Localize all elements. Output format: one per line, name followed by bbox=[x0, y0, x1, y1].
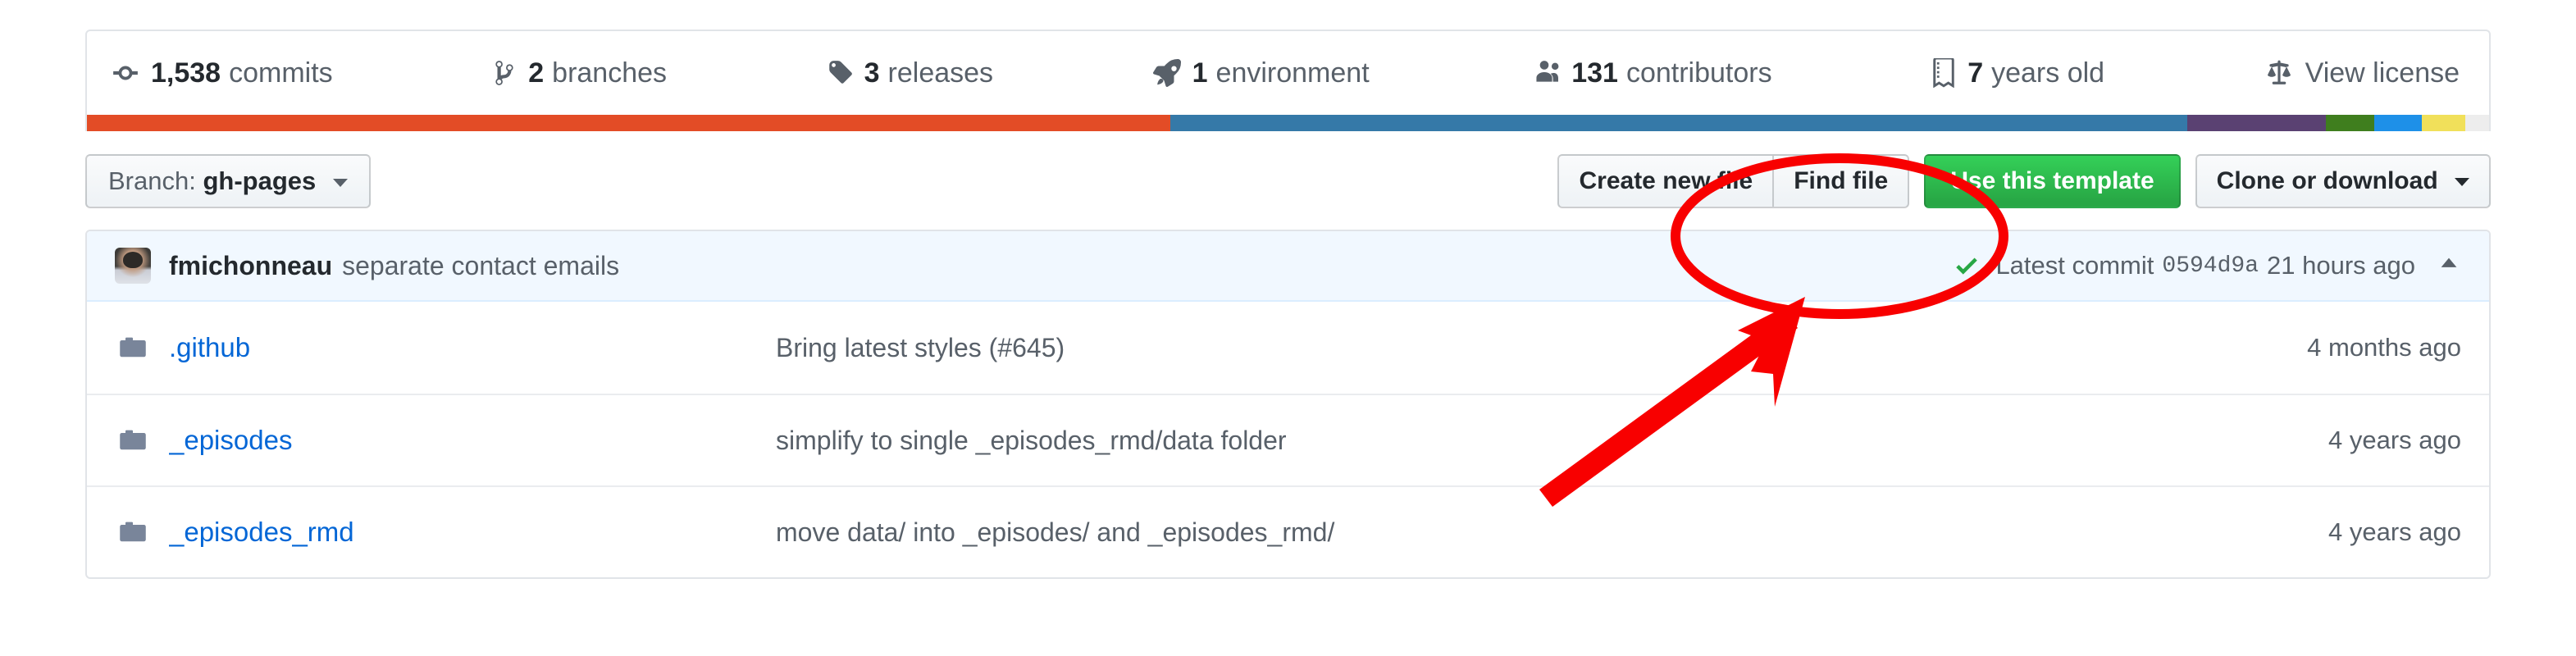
language-segment-makefile bbox=[2422, 115, 2465, 131]
language-segment-python bbox=[2186, 115, 2327, 131]
file-commit-message-link[interactable]: move data/ into _episodes/ and _episodes… bbox=[776, 517, 2328, 548]
file-navigation-row: Branch: gh-pages Create new file Find fi… bbox=[85, 131, 2491, 230]
table-row: _episodes_rmd move data/ into _episodes/ … bbox=[87, 485, 2489, 577]
stat-branches[interactable]: 2 branches bbox=[492, 59, 667, 87]
stat-age-value: 7 bbox=[1967, 57, 1984, 89]
people-icon bbox=[1529, 59, 1560, 87]
stat-environment-label: environment bbox=[1215, 57, 1370, 89]
language-color-bar bbox=[85, 115, 2491, 131]
file-name-link[interactable]: _episodes bbox=[169, 425, 776, 456]
file-commit-age: 4 years ago bbox=[2328, 426, 2461, 454]
stat-branches-label: branches bbox=[552, 57, 668, 89]
commit-icon bbox=[112, 59, 139, 87]
repository-page: 1,538 commits 2 branches 3 releases 1 en… bbox=[0, 0, 2576, 656]
find-file-button[interactable]: Find file bbox=[1774, 154, 1910, 208]
language-segment-r bbox=[2326, 115, 2374, 131]
stat-license[interactable]: View license bbox=[2264, 59, 2460, 87]
stat-releases[interactable]: 3 releases bbox=[827, 59, 993, 87]
repo-actions-group: Create new file Find file Use this templ… bbox=[1557, 154, 2491, 208]
stat-commits[interactable]: 1,538 commits bbox=[112, 59, 333, 87]
file-commit-age: 4 years ago bbox=[2328, 517, 2461, 546]
stat-environment-value: 1 bbox=[1192, 57, 1208, 89]
folder-icon bbox=[115, 426, 151, 455]
language-segment-ruby bbox=[1170, 115, 2187, 131]
commit-sha[interactable]: 0594d9a bbox=[2162, 253, 2259, 279]
clone-or-download-button[interactable]: Clone or download bbox=[2195, 154, 2491, 208]
chevron-down-icon bbox=[332, 178, 348, 187]
folder-icon bbox=[115, 333, 151, 362]
language-segment-javascript bbox=[2373, 115, 2423, 131]
law-icon bbox=[2264, 59, 2294, 87]
language-segment-other bbox=[2464, 115, 2489, 131]
stat-contributors-value: 131 bbox=[1571, 57, 1618, 89]
file-name-link[interactable]: _episodes_rmd bbox=[169, 517, 776, 548]
stat-contributors-label: contributors bbox=[1625, 57, 1772, 89]
latest-commit-bar: fmichonneau separate contact emails Late… bbox=[87, 231, 2489, 302]
latest-commit-label: Latest commit bbox=[1995, 251, 2154, 280]
chevron-up-icon[interactable] bbox=[2437, 253, 2461, 278]
latest-commit-meta: Latest commit 0594d9a 21 hours ago bbox=[1953, 251, 2461, 280]
stat-environment[interactable]: 1 environment bbox=[1152, 57, 1370, 89]
tag-icon bbox=[827, 59, 853, 87]
stat-branches-value: 2 bbox=[528, 57, 545, 89]
use-this-template-button[interactable]: Use this template bbox=[1924, 154, 2181, 208]
branch-prefix-label: Branch: bbox=[108, 166, 196, 195]
file-name-link[interactable]: .github bbox=[169, 332, 776, 363]
language-segment-html bbox=[87, 115, 1171, 131]
stat-releases-value: 3 bbox=[864, 57, 880, 89]
chevron-down-icon bbox=[2455, 178, 2469, 187]
table-row: .github Bring latest styles (#645) 4 month… bbox=[87, 302, 2489, 394]
stat-releases-label: releases bbox=[887, 57, 994, 89]
book-icon bbox=[1931, 58, 1956, 88]
file-list-panel: fmichonneau separate contact emails Late… bbox=[85, 230, 2491, 579]
commit-author-link[interactable]: fmichonneau bbox=[169, 251, 332, 281]
repository-stats-bar: 1,538 commits 2 branches 3 releases 1 en… bbox=[85, 30, 2491, 115]
avatar bbox=[115, 248, 151, 284]
stat-commits-label: commits bbox=[229, 57, 333, 89]
table-row: _episodes simplify to single _episodes_rm… bbox=[87, 394, 2489, 485]
stat-license-label: View license bbox=[2305, 57, 2460, 89]
stat-age-label: years old bbox=[1991, 57, 2105, 89]
clone-or-download-label: Clone or download bbox=[2216, 167, 2438, 194]
create-new-file-button[interactable]: Create new file bbox=[1557, 154, 1775, 208]
branch-name-label: gh-pages bbox=[203, 166, 317, 195]
commit-age: 21 hours ago bbox=[2267, 251, 2415, 280]
file-commit-message-link[interactable]: simplify to single _episodes_rmd/data fo… bbox=[776, 426, 2328, 456]
stat-contributors[interactable]: 131 contributors bbox=[1529, 57, 1772, 89]
file-commit-message-link[interactable]: Bring latest styles (#645) bbox=[776, 333, 2307, 363]
file-commit-age: 4 months ago bbox=[2307, 333, 2461, 362]
branch-icon bbox=[492, 59, 517, 87]
commit-message-link[interactable]: separate contact emails bbox=[342, 251, 619, 281]
repository-content: 1,538 commits 2 branches 3 releases 1 en… bbox=[85, 30, 2491, 579]
folder-icon bbox=[115, 517, 151, 547]
file-rows: .github Bring latest styles (#645) 4 month… bbox=[87, 302, 2489, 577]
stat-age[interactable]: 7 years old bbox=[1931, 58, 2104, 88]
rocket-icon bbox=[1152, 59, 1181, 87]
stat-commits-value: 1,538 bbox=[151, 57, 221, 89]
branch-selector-button[interactable]: Branch: gh-pages bbox=[85, 154, 371, 208]
check-icon bbox=[1953, 252, 1981, 280]
